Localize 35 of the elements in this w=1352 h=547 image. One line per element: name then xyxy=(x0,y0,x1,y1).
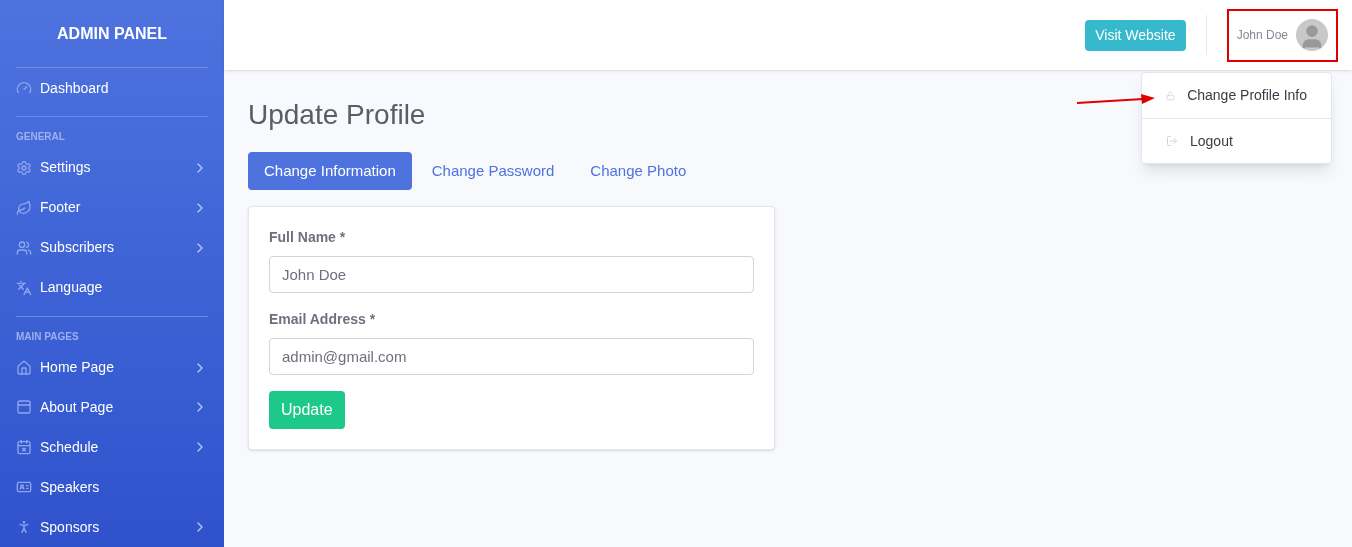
tab[interactable]: Change Password xyxy=(415,152,571,190)
field-label: Email Address * xyxy=(269,310,377,329)
dropdown-item[interactable]: Logout xyxy=(1142,118,1331,163)
sidebar-item[interactable]: Schedule xyxy=(16,427,208,468)
section-heading: MAIN PAGES xyxy=(16,329,80,344)
brand-title: ADMIN PANEL xyxy=(16,0,208,69)
users-icon xyxy=(16,239,32,256)
dropdown-item[interactable]: Change Profile Info xyxy=(1142,73,1331,118)
settings-icon xyxy=(16,159,32,176)
user-menu-toggle[interactable]: John Doe xyxy=(1226,8,1338,62)
language-icon xyxy=(16,279,32,296)
page-title: Update Profile xyxy=(248,98,426,132)
sidebar-item[interactable]: Language xyxy=(16,267,208,308)
input-field[interactable]: admin@gmail.com xyxy=(269,338,754,375)
section-heading: GENERAL xyxy=(16,130,66,144)
leaf-icon xyxy=(16,199,32,216)
tab[interactable]: Change Photo xyxy=(574,152,703,190)
logout-icon xyxy=(1166,135,1178,147)
sidebar-item[interactable]: Dashboard xyxy=(16,68,208,108)
sidebar-item[interactable]: Home Page xyxy=(16,347,208,388)
avatar xyxy=(1296,19,1328,51)
page-icon xyxy=(16,399,32,416)
sidebar-item[interactable]: Speakers xyxy=(16,467,208,508)
lock-icon xyxy=(1166,89,1176,102)
person-icon xyxy=(16,519,32,536)
field-label: Full Name * xyxy=(269,228,347,247)
sidebar-item[interactable]: Footer xyxy=(16,187,208,228)
sidebar-item[interactable]: Subscribers xyxy=(16,227,208,268)
input-field[interactable]: John Doe xyxy=(269,256,754,293)
tab[interactable]: Change Information xyxy=(248,152,412,190)
home-icon xyxy=(16,359,32,376)
sidebar-item[interactable]: Settings xyxy=(16,148,208,188)
calendar-icon xyxy=(16,439,32,456)
sidebar-item[interactable]: About Page xyxy=(16,387,208,428)
sidebar-item[interactable]: Sponsors xyxy=(16,507,208,547)
